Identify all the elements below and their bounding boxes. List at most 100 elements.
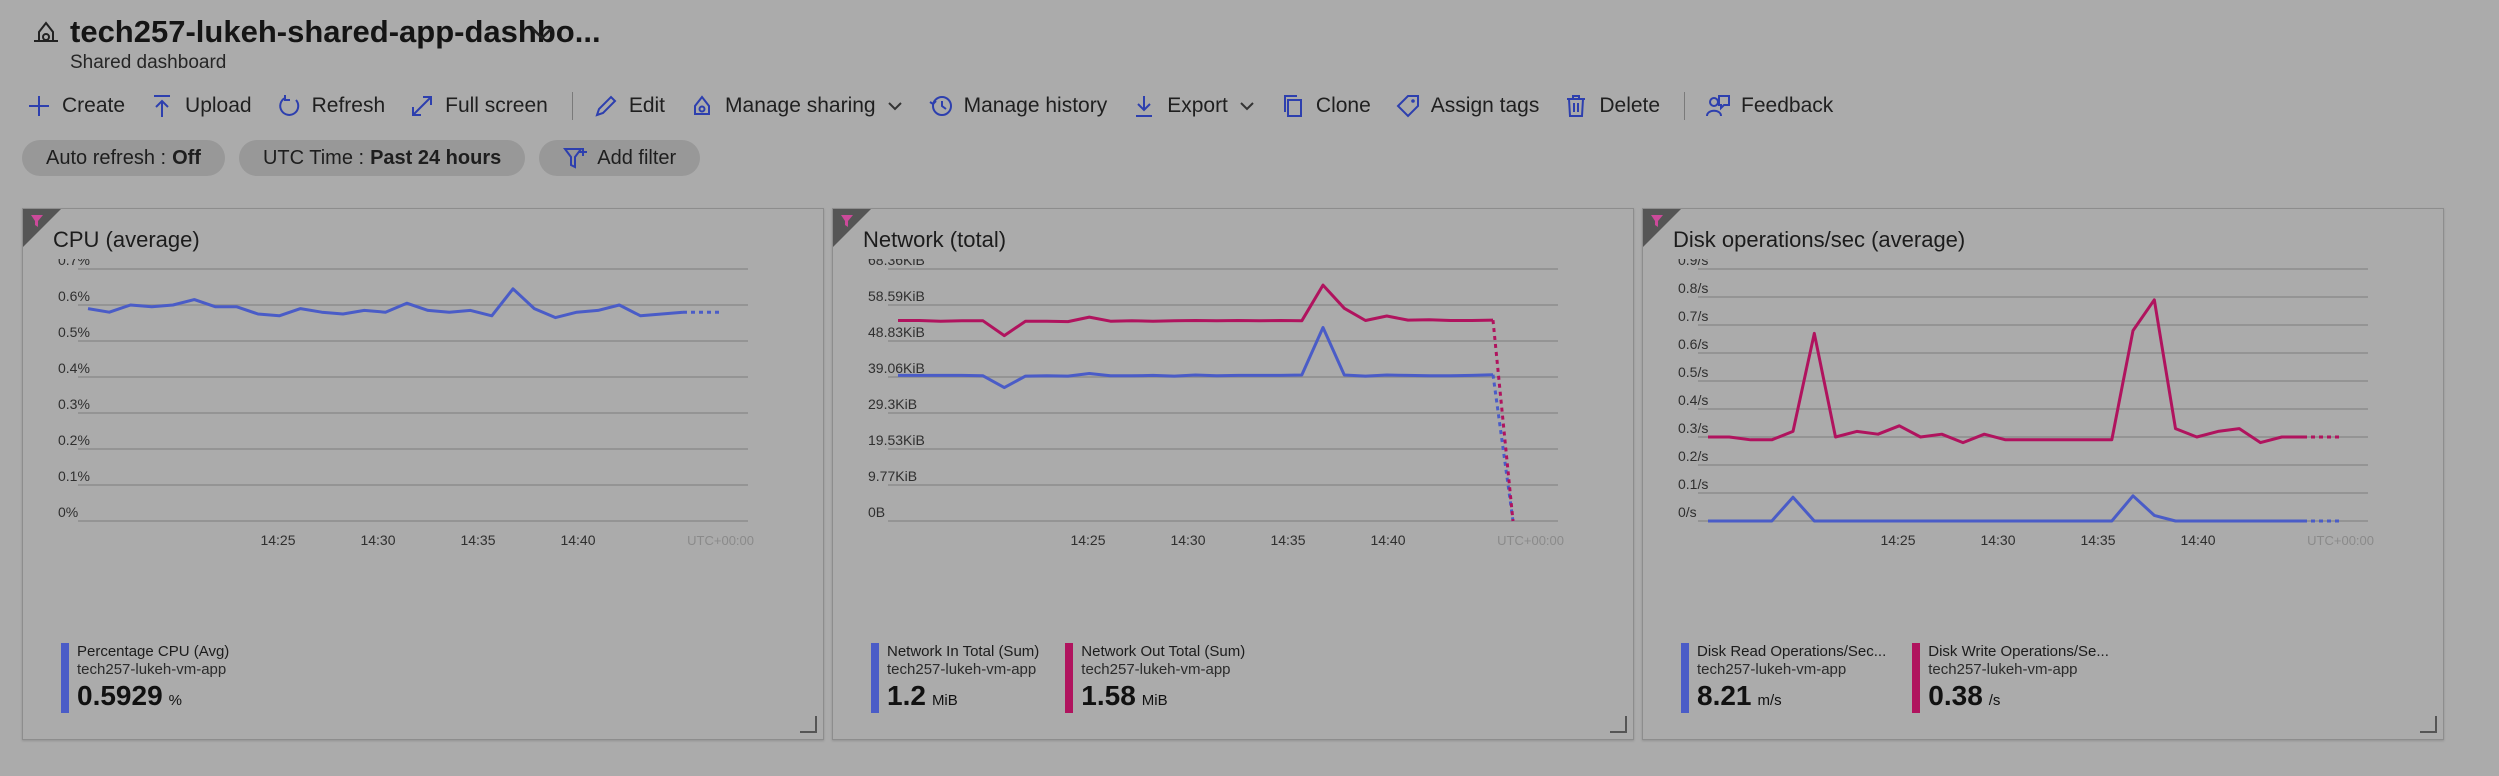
y-tick-label: 0.2% — [58, 432, 90, 448]
chevron-down-icon — [887, 102, 902, 111]
delete-button[interactable]: Delete — [1557, 88, 1666, 124]
y-tick-label: 0.6/s — [1678, 336, 1708, 352]
time-range-pill[interactable]: UTC Time : Past 24 hours — [238, 140, 526, 176]
upload-label: Upload — [185, 94, 252, 117]
resize-handle-icon[interactable] — [799, 715, 817, 733]
pencil-icon — [595, 95, 617, 117]
legend-value: 1.2 MiB — [887, 679, 1039, 718]
legend-value-unit: m/s — [1757, 692, 1782, 709]
create-button[interactable]: Create — [20, 88, 131, 124]
download-icon — [1136, 96, 1153, 117]
manage-history-label: Manage history — [963, 94, 1108, 117]
legend-metric-name: Disk Write Operations/Se... — [1928, 643, 2109, 660]
upload-button[interactable]: Upload — [143, 88, 258, 124]
copy-icon — [1283, 95, 1302, 117]
legend-value-number: 8.21 — [1697, 680, 1752, 711]
tag-icon — [1396, 95, 1419, 118]
clone-label: Clone — [1315, 94, 1371, 117]
series-line — [898, 326, 1494, 390]
fullscreen-icon — [412, 96, 433, 116]
y-tick-label: 0.6% — [58, 288, 90, 304]
legend-metric-name: Disk Read Operations/Sec... — [1697, 643, 1887, 660]
plus-icon — [29, 96, 49, 116]
legend-value-unit: % — [168, 692, 182, 709]
time-range-value: Past 24 hours — [370, 146, 502, 169]
feedback-label: Feedback — [1741, 94, 1834, 117]
resize-handle-icon[interactable] — [2419, 715, 2437, 733]
series-projection — [1491, 319, 1515, 522]
y-tick-label: 19.53KiB — [868, 432, 925, 448]
disk-ops-tile[interactable]: Disk operations/sec (average) 0/s 0.1/s 0.… — [1642, 208, 2444, 740]
legend-resource-name: tech257-lukeh-vm-app — [77, 661, 227, 678]
legend-color-bar — [871, 643, 879, 713]
x-tick-label: 14:25 — [260, 532, 295, 548]
disk-ops-chart: 0/s 0.1/s 0.2/s 0.3/s 0.4/s 0.5/s 0.6/s 0.7/s 0.… — [1678, 259, 2374, 548]
legend-value-number: 1.2 — [887, 680, 926, 711]
assign-tags-button[interactable]: Assign tags — [1389, 88, 1546, 124]
y-tick-label: 9.77KiB — [868, 468, 917, 484]
y-tick-label: 58.59KiB — [868, 288, 925, 304]
upload-icon — [154, 95, 171, 117]
chart-legend: Network In Total (Sum) tech257-lukeh-vm-… — [871, 643, 1271, 713]
refresh-icon — [278, 95, 299, 116]
y-tick-label: 68.36KiB — [868, 259, 925, 268]
legend-item[interactable]: Disk Write Operations/Se... tech257-luke… — [1912, 643, 2109, 713]
feedback-button[interactable]: Feedback — [1699, 88, 1839, 124]
feedback-icon — [1706, 95, 1731, 117]
dashboard-title: tech257-lukeh-shared-app-dashbo... — [70, 14, 601, 49]
legend-item[interactable]: Disk Read Operations/Sec... tech257-luke… — [1681, 643, 1886, 713]
clone-button[interactable]: Clone — [1274, 88, 1377, 124]
series-line — [1708, 298, 2303, 445]
add-filter-button[interactable]: Add filter — [539, 140, 701, 176]
dashboard-subtitle: Shared dashboard — [70, 52, 227, 73]
legend-item[interactable]: Percentage CPU (Avg) tech257-lukeh-vm-ap… — [61, 643, 229, 713]
refresh-button[interactable]: Refresh — [270, 88, 392, 124]
trash-icon — [1567, 95, 1586, 117]
filter-bar: Auto refresh : Off UTC Time : Past 24 ho… — [22, 140, 714, 176]
legend-value-unit: MiB — [1141, 692, 1168, 709]
legend-color-bar — [1912, 643, 1921, 713]
resize-handle-icon[interactable] — [1609, 715, 1627, 733]
legend-item[interactable]: Network Out Total (Sum) tech257-lukeh-vm… — [1065, 643, 1245, 713]
title-chevron-down-icon[interactable] — [527, 20, 557, 46]
fullscreen-button[interactable]: Full screen — [403, 88, 554, 124]
share-icon — [694, 95, 711, 115]
legend-metric-name: Network In Total (Sum) — [887, 643, 1040, 660]
legend-value: 8.21 m/s — [1697, 679, 1886, 718]
legend-item[interactable]: Network In Total (Sum) tech257-lukeh-vm-… — [871, 643, 1039, 713]
y-tick-label: 29.3KiB — [868, 396, 917, 412]
network-chart: 0B 9.77KiB 19.53KiB 29.3KiB 39.06KiB 48.83KiB… — [868, 259, 1564, 548]
timezone-label: UTC+00:00 — [687, 533, 754, 548]
legend-metric-name: Percentage CPU (Avg) — [77, 643, 230, 660]
toolbar-divider — [1684, 92, 1686, 120]
history-icon — [929, 96, 952, 116]
x-tick-label: 14:30 — [1170, 532, 1205, 548]
export-button[interactable]: Export — [1125, 88, 1262, 124]
toolbar-divider — [571, 92, 573, 120]
chart-legend: Disk Read Operations/Sec... tech257-luke… — [1681, 643, 2135, 713]
x-tick-label: 14:40 — [2180, 532, 2215, 548]
create-label: Create — [62, 94, 126, 117]
x-tick-label: 14:25 — [1070, 532, 1105, 548]
legend-metric-name: Network Out Total (Sum) — [1081, 643, 1246, 660]
auto-refresh-value: Off — [172, 146, 201, 169]
legend-resource-name: tech257-lukeh-vm-app — [1081, 661, 1231, 678]
cpu-tile[interactable]: CPU (average) 0% 0.1% 0.2% 0.3% 0.4% 0.5% 0.6%… — [22, 208, 824, 740]
manage-sharing-button[interactable]: Manage sharing — [683, 88, 910, 124]
add-filter-icon — [563, 148, 588, 169]
time-range-label: UTC Time : — [262, 146, 365, 169]
auto-refresh-pill[interactable]: Auto refresh : Off — [22, 140, 225, 176]
edit-button[interactable]: Edit — [587, 88, 671, 124]
y-tick-label: 0.8/s — [1678, 280, 1708, 296]
manage-history-button[interactable]: Manage history — [922, 88, 1114, 124]
y-tick-label: 39.06KiB — [868, 360, 925, 376]
legend-resource-name: tech257-lukeh-vm-app — [1928, 661, 2078, 678]
x-tick-label: 14:35 — [2080, 532, 2115, 548]
toolbar: Create Upload Refresh Full screen Edit M… — [20, 88, 1851, 124]
assign-tags-label: Assign tags — [1430, 94, 1540, 117]
legend-value-unit: /s — [1988, 692, 2001, 709]
network-tile[interactable]: Network (total) 0B 9.77KiB 19.53KiB 29.3KiB… — [832, 208, 1634, 740]
legend-color-bar — [1065, 643, 1074, 713]
y-tick-label: 0.7% — [58, 259, 90, 268]
y-tick-label: 0.2/s — [1678, 448, 1708, 464]
